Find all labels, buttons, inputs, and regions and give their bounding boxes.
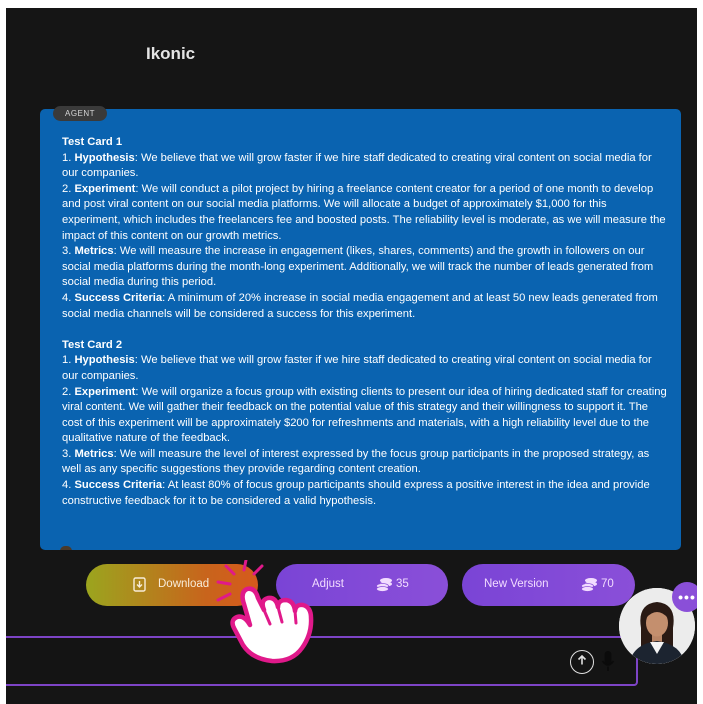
- adjust-label: Adjust: [312, 578, 344, 590]
- scroll-indicator: [60, 546, 72, 550]
- test-card-item: 1. Hypothesis: We believe that we will g…: [62, 354, 652, 382]
- download-button[interactable]: Download: [86, 564, 258, 606]
- new-version-button[interactable]: New Version 70: [462, 564, 635, 606]
- action-row: Download Adjust 35 New Version 70: [6, 564, 697, 608]
- test-card-item: 4. Success Criteria: A minimum of 20% in…: [62, 291, 658, 320]
- coins-icon: [581, 577, 598, 595]
- test-card-item: 4. Success Criteria: At least 80% of foc…: [62, 479, 650, 507]
- new-version-label: New Version: [484, 578, 549, 590]
- download-label: Download: [158, 578, 210, 590]
- test-card-item: 2. Experiment: We will conduct a pilot p…: [62, 182, 666, 242]
- test-card: Test Card 2 1. Hypothesis: We believe th…: [62, 338, 667, 510]
- adjust-cost: 35: [396, 578, 409, 590]
- new-version-cost: 70: [601, 578, 614, 590]
- send-button[interactable]: [570, 650, 594, 674]
- test-card-title: Test Card 2: [62, 338, 123, 351]
- agent-tag: AGENT: [53, 106, 108, 121]
- adjust-button[interactable]: Adjust 35: [276, 564, 448, 606]
- test-card-item: 3. Metrics: We will measure the increase…: [62, 245, 654, 289]
- test-card: Test Card 1 1. Hypothesis: We believe th…: [62, 135, 667, 322]
- download-icon: [133, 577, 146, 595]
- chat-dots-icon[interactable]: •••: [672, 582, 697, 612]
- microphone-icon[interactable]: [601, 650, 615, 679]
- test-card-item: 2. Experiment: We will organize a focus …: [62, 385, 667, 445]
- test-card-item: 1. Hypothesis: We believe that we will g…: [62, 151, 652, 180]
- test-card-item: 3. Metrics: We will measure the level of…: [62, 447, 650, 476]
- app-title: Ikonic: [146, 44, 196, 63]
- message-input[interactable]: [6, 636, 638, 686]
- arrow-up-icon: [576, 653, 588, 671]
- test-card-title: Test Card 1: [62, 136, 123, 148]
- agent-message: Test Card 1 1. Hypothesis: We believe th…: [40, 109, 681, 550]
- coins-icon: [376, 577, 393, 595]
- app-window: Ikonic AGENT Test Card 1 1. Hypothesis: …: [6, 8, 697, 704]
